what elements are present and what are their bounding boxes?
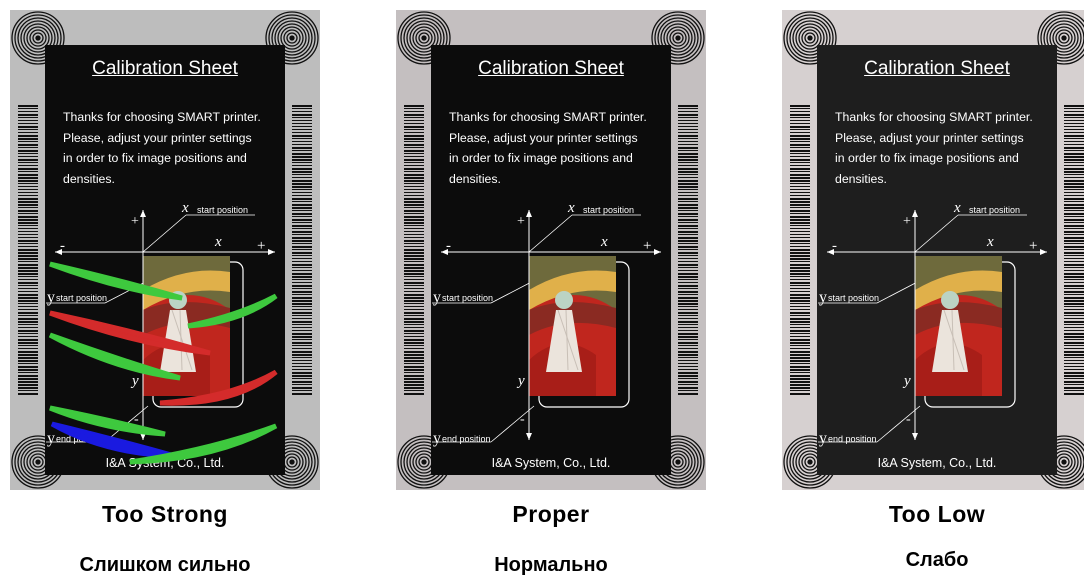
y-end-symbol: y bbox=[819, 430, 827, 447]
x-start-label: start position bbox=[583, 205, 635, 215]
y-start-label: start position bbox=[828, 293, 880, 303]
y-plus: + bbox=[903, 214, 911, 229]
caption-too-strong: Too Strong bbox=[102, 501, 228, 527]
desc-line: Please, adjust your printer settings bbox=[835, 130, 1024, 145]
x-plus: + bbox=[1029, 238, 1038, 254]
x-start-label: start position bbox=[969, 205, 1021, 215]
desc-line: Please, adjust your printer settings bbox=[449, 130, 638, 145]
y-end-label: end position bbox=[828, 434, 877, 444]
caption-too-low-ru: Слабо bbox=[905, 549, 969, 571]
barcode bbox=[292, 105, 312, 395]
x-symbol: x bbox=[182, 200, 189, 216]
x-plus: + bbox=[257, 238, 266, 254]
x-axis-symbol: x bbox=[601, 234, 608, 250]
y-end-label: end position bbox=[442, 434, 491, 444]
y-axis-symbol: y bbox=[132, 373, 139, 389]
x-minus: - bbox=[60, 238, 65, 254]
panel-too-low: Calibration Sheet Thanks for choosing SM… bbox=[782, 10, 1084, 490]
x-start-label: start position bbox=[197, 205, 249, 215]
y-axis-symbol: y bbox=[904, 373, 911, 389]
y-axis-symbol: y bbox=[518, 373, 525, 389]
y-start-symbol: y bbox=[819, 289, 827, 306]
company-name: I&A System, Co., Ltd. bbox=[105, 456, 225, 470]
y-start-label: start position bbox=[442, 293, 494, 303]
barcode bbox=[678, 105, 698, 395]
desc-line: densities. bbox=[63, 171, 115, 186]
y-start-symbol: y bbox=[433, 289, 441, 306]
y-plus: + bbox=[131, 214, 139, 229]
x-axis-symbol: x bbox=[987, 234, 994, 250]
barcode bbox=[1064, 105, 1084, 395]
desc-line: Thanks for choosing SMART printer. bbox=[449, 110, 647, 124]
desc-line: Thanks for choosing SMART printer. bbox=[63, 110, 261, 124]
sheet-title: Calibration Sheet bbox=[92, 58, 238, 79]
x-minus: - bbox=[832, 238, 837, 254]
desc-line: Thanks for choosing SMART printer. bbox=[835, 110, 1033, 124]
y-minus: - bbox=[906, 412, 911, 427]
company-name: I&A System, Co., Ltd. bbox=[491, 456, 611, 470]
desc-line: densities. bbox=[835, 171, 887, 186]
desc-line: in order to fix image positions and bbox=[835, 151, 1019, 165]
x-symbol: x bbox=[568, 200, 575, 216]
x-minus: - bbox=[446, 238, 451, 254]
sheet-description: Thanks for choosing SMART printer. Pleas… bbox=[835, 107, 1065, 189]
sheet-description: Thanks for choosing SMART printer. Pleas… bbox=[449, 107, 679, 189]
sheet-description: Thanks for choosing SMART printer. Pleas… bbox=[63, 107, 293, 189]
y-end-symbol: y bbox=[433, 430, 441, 447]
y-minus: - bbox=[520, 412, 525, 427]
caption-proper-ru: Нормально bbox=[494, 554, 608, 576]
y-minus: - bbox=[134, 412, 139, 427]
desc-line: in order to fix image positions and bbox=[449, 151, 633, 165]
y-start-label: start position bbox=[56, 293, 108, 303]
x-symbol: x bbox=[954, 200, 961, 216]
desc-line: Please, adjust your printer settings bbox=[63, 130, 252, 145]
x-plus: + bbox=[643, 238, 652, 254]
sheet-title: Calibration Sheet bbox=[478, 58, 624, 79]
panel-proper: Calibration Sheet Thanks for choosing SM… bbox=[396, 10, 706, 490]
desc-line: in order to fix image positions and bbox=[63, 151, 247, 165]
desc-line: densities. bbox=[449, 171, 501, 186]
y-plus: + bbox=[517, 214, 525, 229]
company-name: I&A System, Co., Ltd. bbox=[877, 456, 997, 470]
sheet-title: Calibration Sheet bbox=[864, 58, 1010, 79]
y-end-label: end position bbox=[56, 434, 105, 444]
caption-proper: Proper bbox=[512, 501, 590, 527]
y-end-symbol: y bbox=[47, 430, 55, 447]
panel-too-strong: Calibration Sheet Thanks for choosing SM… bbox=[10, 10, 320, 490]
caption-too-low: Too Low bbox=[888, 501, 986, 527]
x-axis-symbol: x bbox=[215, 234, 222, 250]
y-start-symbol: y bbox=[47, 289, 55, 306]
caption-too-strong-ru: Слишком сильно bbox=[79, 554, 251, 576]
